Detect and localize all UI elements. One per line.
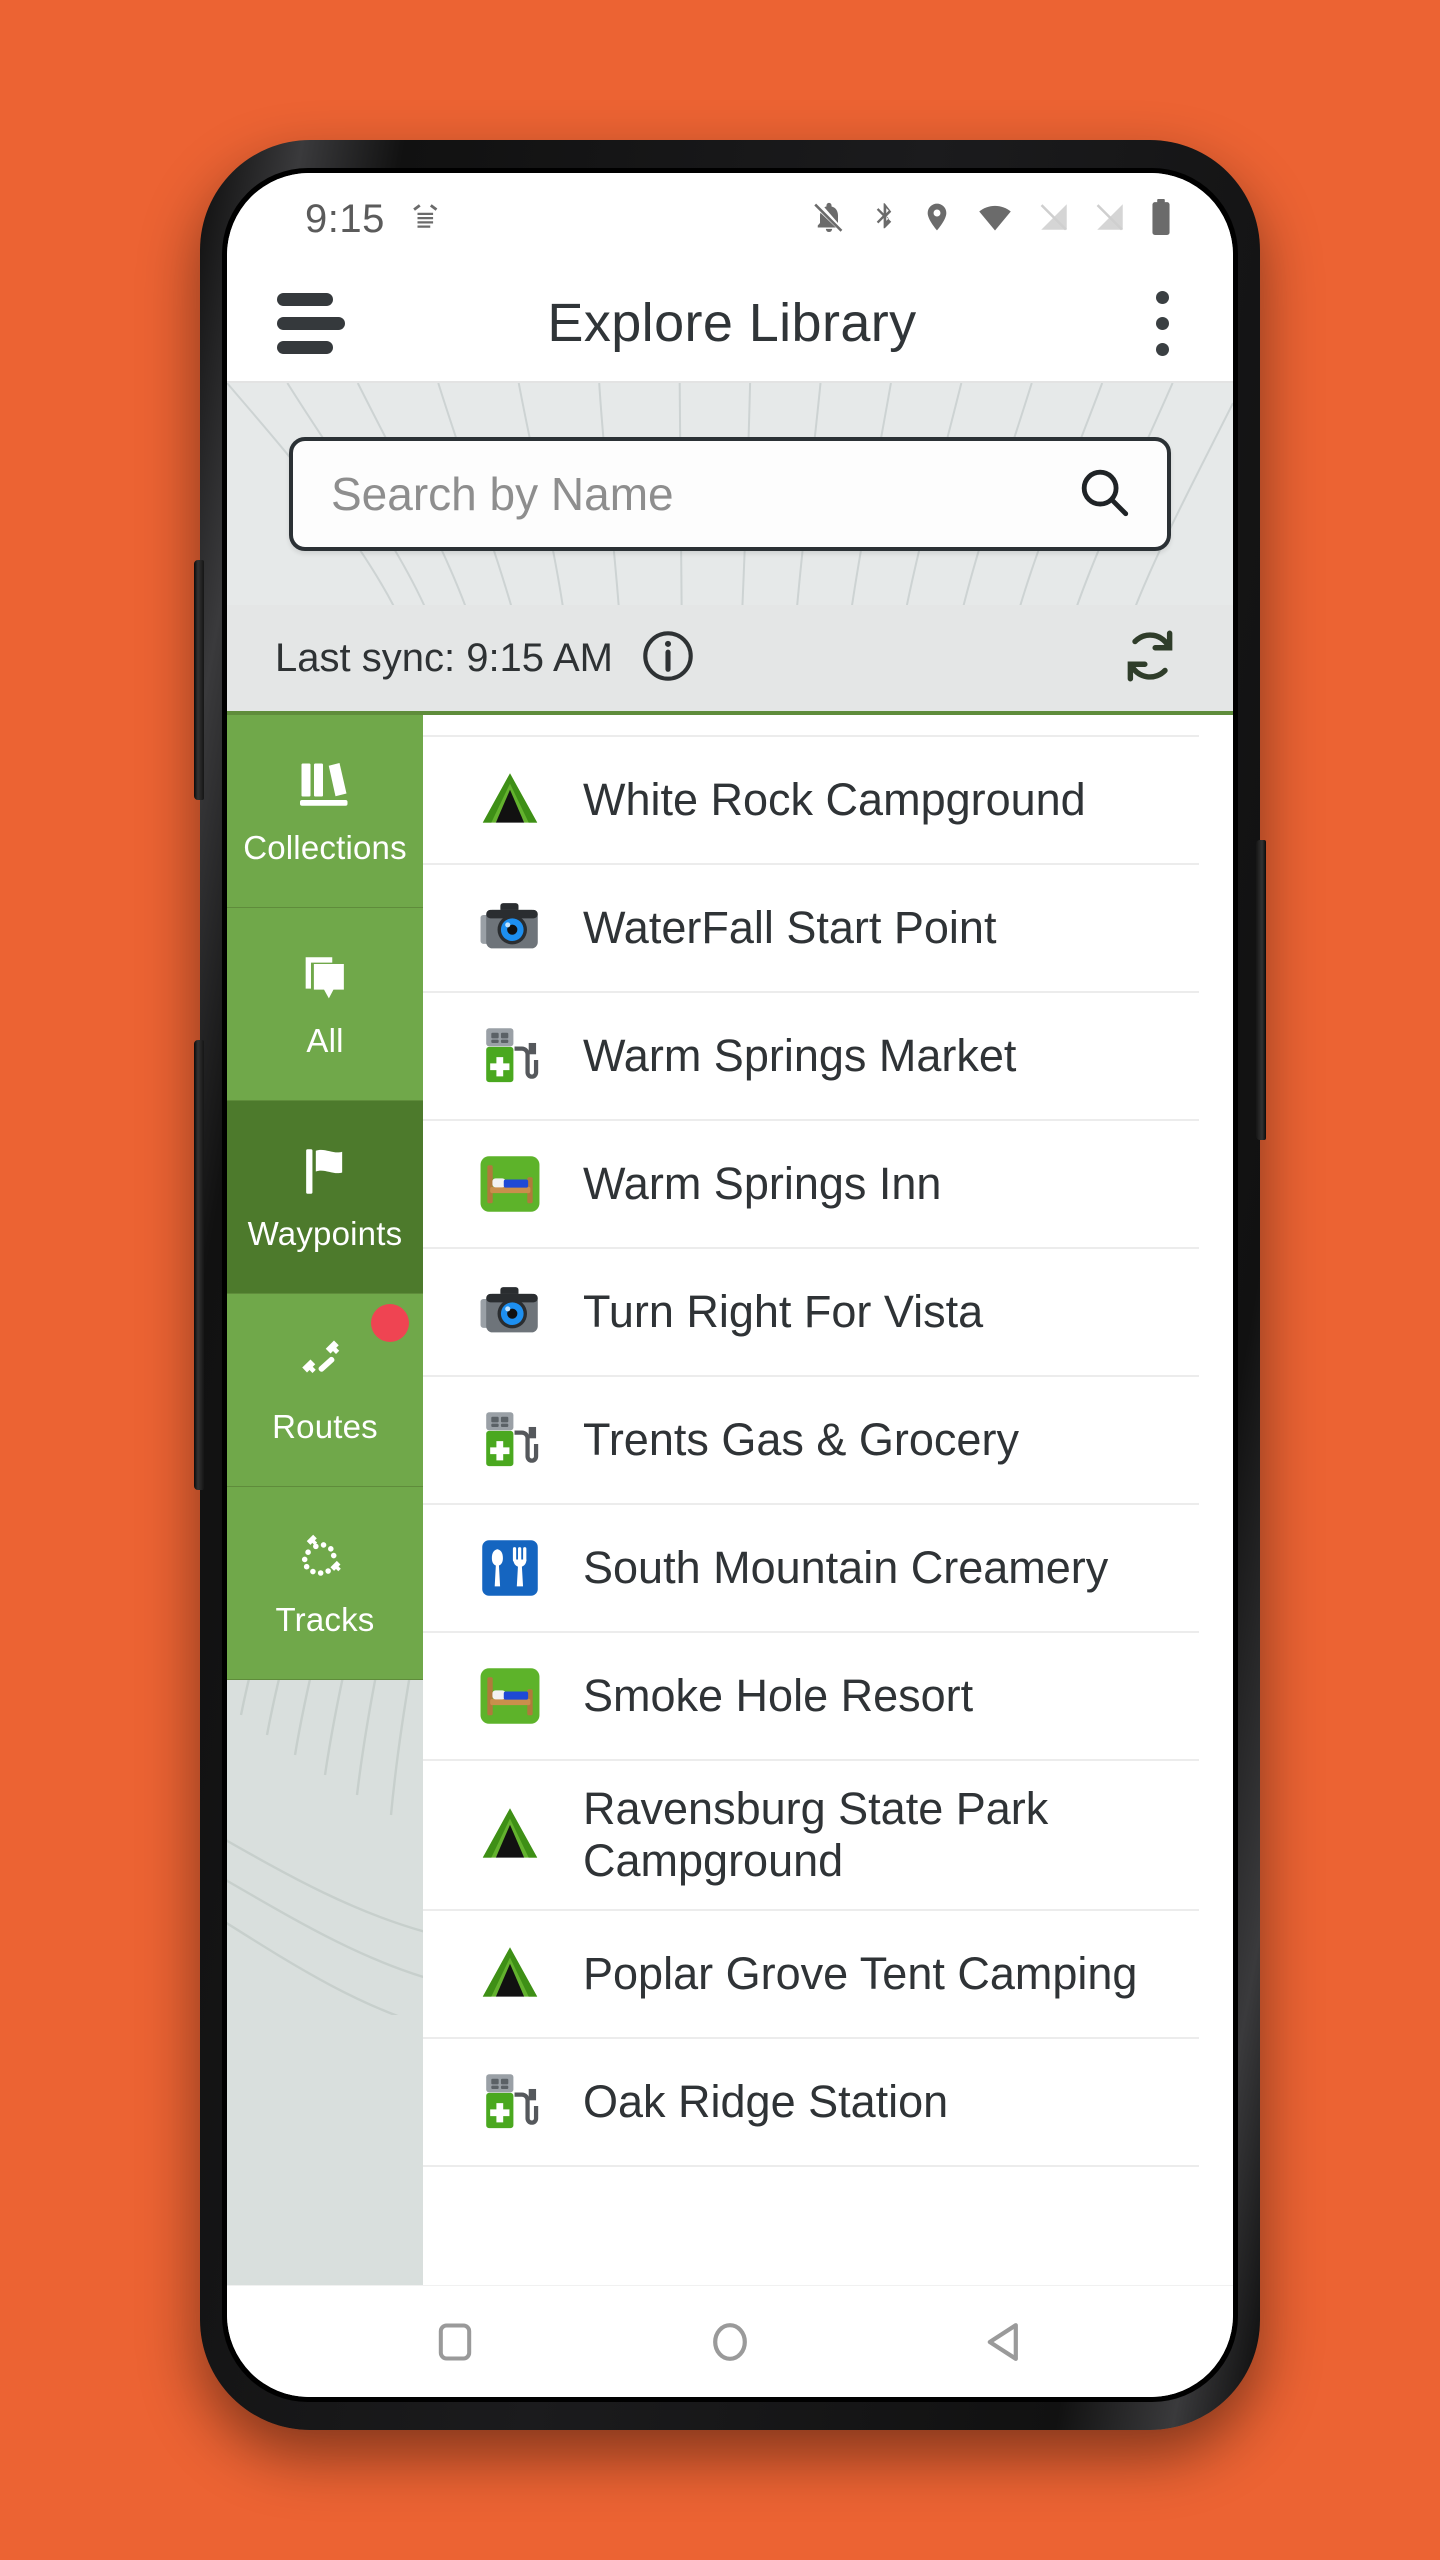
alarm-ring-icon: [409, 199, 443, 240]
camera-scenic-icon: [471, 889, 549, 967]
sidebar-item-label: Waypoints: [247, 1215, 403, 1252]
list-item-label: Ravensburg State Park Campground: [583, 1783, 1049, 1887]
lodging-bed-icon: [471, 1657, 549, 1735]
status-bar: 9:15: [227, 173, 1233, 265]
table-row[interactable]: Trents Gas & Grocery: [423, 1377, 1199, 1505]
tent-campground-icon: [471, 1935, 549, 2013]
library-content: Collections All Waypoints Routes Tracks …: [227, 715, 1233, 2285]
sidebar-item-waypoints[interactable]: Waypoints: [227, 1101, 423, 1294]
sidebar-item-label: All: [306, 1022, 344, 1059]
restaurant-icon: [471, 1529, 549, 1607]
info-circle-icon[interactable]: [639, 627, 697, 690]
wifi-icon: [975, 199, 1015, 240]
list-item-label: White Rock Campground: [583, 773, 1086, 825]
layers-pin-icon: [296, 948, 354, 1010]
side-button-right[interactable]: [1256, 840, 1266, 1140]
gas-station-icon: [471, 2063, 549, 2141]
last-sync-label: Last sync: 9:15 AM: [275, 635, 613, 680]
sync-refresh-icon[interactable]: [1119, 625, 1181, 692]
list-item-label: Warm Springs Inn: [583, 1157, 942, 1209]
table-row[interactable]: Warm Springs Inn: [423, 1121, 1199, 1249]
search-input[interactable]: Search by Name: [289, 437, 1171, 551]
camera-scenic-icon: [471, 1273, 549, 1351]
list-item-label: Turn Right For Vista: [583, 1285, 984, 1337]
status-bar-clock: 9:15: [305, 196, 385, 241]
table-row[interactable]: [423, 715, 1199, 737]
sidebar-tabs: Collections All Waypoints Routes Tracks: [227, 715, 423, 1680]
phone-frame: 9:15 Explore Library Search by Name Last…: [194, 140, 1266, 2430]
books-collection-icon: [294, 755, 356, 817]
routes-notification-badge: [371, 1304, 409, 1342]
sidebar-item-label: Routes: [272, 1408, 378, 1445]
more-vertical-icon[interactable]: [1135, 290, 1189, 356]
route-pins-icon: [294, 1334, 356, 1396]
sidebar-item-tracks[interactable]: Tracks: [227, 1487, 423, 1680]
sidebar-item-label: Tracks: [275, 1601, 375, 1638]
battery-full-icon: [1149, 198, 1173, 241]
sidebar-item-all[interactable]: All: [227, 908, 423, 1101]
page-title: Explore Library: [547, 293, 917, 353]
search-section: Search by Name: [227, 383, 1233, 605]
sidebar-item-collections[interactable]: Collections: [227, 715, 423, 908]
sim-off-icon: [1093, 199, 1127, 240]
back-button[interactable]: [945, 2302, 1065, 2382]
search-placeholder: Search by Name: [331, 468, 674, 520]
location-icon: [921, 199, 953, 240]
status-bar-left: 9:15: [305, 197, 443, 242]
flag-icon: [296, 1141, 354, 1203]
list-item-label: Oak Ridge Station: [583, 2076, 949, 2128]
sidebar-item-label: Collections: [243, 829, 407, 866]
list-item-label: Warm Springs Market: [583, 1029, 1017, 1081]
status-bar-right: [811, 198, 1173, 241]
category-sidebar: Collections All Waypoints Routes Tracks: [227, 715, 423, 2285]
bluetooth-icon: [869, 199, 899, 240]
app-bar: Explore Library: [227, 265, 1233, 383]
waypoint-list[interactable]: White Rock Campground WaterFall Start Po…: [423, 715, 1233, 2285]
sync-status: Last sync: 9:15 AM: [275, 627, 697, 690]
table-row[interactable]: Smoke Hole Resort: [423, 1633, 1199, 1761]
table-row[interactable]: Poplar Grove Tent Camping: [423, 1911, 1199, 2040]
table-row[interactable]: WaterFall Start Point: [423, 865, 1199, 993]
list-item-label: Poplar Grove Tent Camping: [583, 1948, 1138, 2000]
notifications-off-icon: [811, 199, 847, 240]
table-row[interactable]: South Mountain Creamery: [423, 1505, 1199, 1633]
lodging-bed-icon: [471, 1145, 549, 1223]
home-button[interactable]: [670, 2302, 790, 2382]
table-row[interactable]: White Rock Campground: [423, 737, 1199, 865]
table-row[interactable]: Oak Ridge Station: [423, 2039, 1199, 2168]
gas-station-icon: [471, 1017, 549, 1095]
list-item-label: South Mountain Creamery: [583, 1541, 1109, 1593]
power-button[interactable]: [194, 1040, 204, 1490]
list-item-label: WaterFall Start Point: [583, 901, 997, 953]
android-nav-bar: [227, 2285, 1233, 2397]
sidebar-item-routes[interactable]: Routes: [227, 1294, 423, 1487]
table-row[interactable]: Ravensburg State Park Campground: [423, 1761, 1199, 1912]
tent-campground-icon: [471, 1796, 549, 1874]
phone-screen: 9:15 Explore Library Search by Name Last…: [227, 173, 1233, 2397]
phone-bezel: 9:15 Explore Library Search by Name Last…: [222, 168, 1238, 2402]
gas-station-icon: [471, 1401, 549, 1479]
table-row[interactable]: Turn Right For Vista: [423, 1249, 1199, 1377]
search-icon[interactable]: [1075, 463, 1133, 526]
sync-bar: Last sync: 9:15 AM: [227, 605, 1233, 715]
list-item-label: Smoke Hole Resort: [583, 1669, 974, 1721]
table-row[interactable]: Warm Springs Market: [423, 993, 1199, 1121]
tent-campground-icon: [471, 761, 549, 839]
recents-button[interactable]: [395, 2302, 515, 2382]
track-dots-icon: [294, 1527, 356, 1589]
sim-off-icon: [1037, 199, 1071, 240]
list-item-label: Trents Gas & Grocery: [583, 1413, 1019, 1465]
volume-button[interactable]: [194, 560, 204, 800]
list-scroll-container: White Rock Campground WaterFall Start Po…: [423, 715, 1233, 2168]
